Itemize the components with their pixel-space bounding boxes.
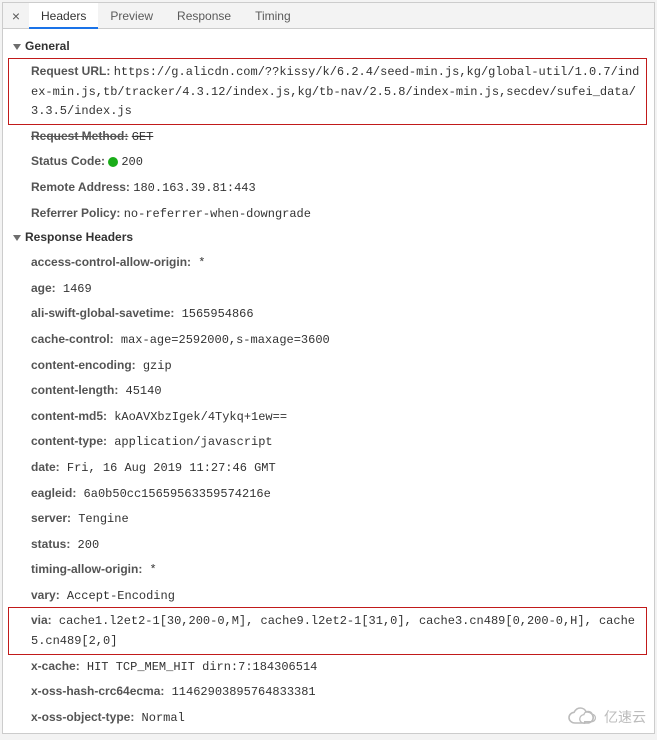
header-row: x-oss-object-type: Normal (9, 705, 654, 731)
header-row: via: cache1.l2et2-1[30,200-0,M], cache9.… (9, 608, 646, 653)
referrer-policy-value: no-referrer-when-downgrade (124, 207, 311, 221)
request-url-value: https://g.alicdn.com/??kissy/k/6.2.4/see… (31, 65, 639, 118)
header-row: x-oss-request-id: 5D569332B2B5F3888E9AF3… (9, 730, 654, 733)
header-row: cache-control: max-age=2592000,s-maxage=… (9, 327, 654, 353)
header-row: content-md5: kAoAVXbzIgek/4Tykq+1ew== (9, 404, 654, 430)
header-label: vary: (31, 588, 60, 602)
request-method-label: Request Method: (31, 129, 128, 143)
header-label: content-encoding: (31, 358, 136, 372)
remote-address-row: Remote Address: 180.163.39.81:443 (9, 175, 654, 201)
header-label: content-length: (31, 383, 118, 397)
request-url-row: Request URL: https://g.alicdn.com/??kiss… (9, 59, 646, 124)
header-value: 1469 (56, 282, 92, 296)
header-label: date: (31, 460, 60, 474)
header-value: cache1.l2et2-1[30,200-0,M], cache9.l2et2… (31, 614, 635, 648)
header-row: content-type: application/javascript (9, 429, 654, 455)
chevron-down-icon (13, 235, 21, 241)
header-value: 200 (70, 538, 99, 552)
header-label: x-oss-hash-crc64ecma: (31, 684, 164, 698)
header-row: x-oss-hash-crc64ecma: 114629038957648333… (9, 679, 654, 705)
request-url-label: Request URL: (31, 64, 110, 78)
header-row: timing-allow-origin: * (9, 557, 654, 583)
header-label: cache-control: (31, 332, 114, 346)
tab-headers[interactable]: Headers (29, 3, 98, 29)
header-value: gzip (136, 359, 172, 373)
content-scroll[interactable]: General Request URL: https://g.alicdn.co… (3, 29, 654, 733)
header-row: status: 200 (9, 532, 654, 558)
header-label: timing-allow-origin: (31, 562, 142, 576)
close-icon[interactable]: × (3, 8, 29, 24)
header-value: Accept-Encoding (60, 589, 175, 603)
header-row: ali-swift-global-savetime: 1565954866 (9, 301, 654, 327)
header-row: vary: Accept-Encoding (9, 583, 654, 609)
header-value: 11462903895764833381 (164, 685, 315, 699)
request-method-value: GET (132, 130, 154, 144)
header-label: eagleid: (31, 486, 76, 500)
header-value: Fri, 16 Aug 2019 11:27:46 GMT (60, 461, 276, 475)
status-dot-icon (108, 157, 118, 167)
header-row: content-length: 45140 (9, 378, 654, 404)
header-value: kAoAVXbzIgek/4Tykq+1ew== (107, 410, 287, 424)
header-label: server: (31, 511, 71, 525)
header-value: 1565954866 (174, 307, 253, 321)
tab-response[interactable]: Response (165, 3, 243, 29)
header-label: x-cache: (31, 659, 80, 673)
referrer-policy-label: Referrer Policy: (31, 206, 120, 220)
header-value: HIT TCP_MEM_HIT dirn:7:184306514 (80, 660, 318, 674)
remote-address-value: 180.163.39.81:443 (133, 181, 255, 195)
request-method-row: Request Method: GET (9, 124, 654, 150)
header-value: Normal (134, 711, 184, 725)
section-response-headers-toggle[interactable]: Response Headers (9, 226, 654, 250)
referrer-policy-row: Referrer Policy: no-referrer-when-downgr… (9, 201, 654, 227)
status-code-label: Status Code: (31, 154, 105, 168)
header-label: content-type: (31, 434, 107, 448)
header-label: age: (31, 281, 56, 295)
section-response-headers-title: Response Headers (25, 230, 133, 244)
header-label: x-oss-object-type: (31, 710, 134, 724)
remote-address-label: Remote Address: (31, 180, 130, 194)
section-general-toggle[interactable]: General (9, 35, 654, 59)
header-row: x-cache: HIT TCP_MEM_HIT dirn:7:18430651… (9, 654, 654, 680)
header-label: status: (31, 537, 70, 551)
header-value: 6a0b50cc15659563359574216e (76, 487, 270, 501)
chevron-down-icon (13, 44, 21, 50)
status-code-value: 200 (121, 155, 143, 169)
tab-preview[interactable]: Preview (98, 3, 165, 29)
header-value: * (142, 563, 156, 577)
header-row: date: Fri, 16 Aug 2019 11:27:46 GMT (9, 455, 654, 481)
section-general-title: General (25, 39, 70, 53)
header-value: * (191, 256, 205, 270)
header-label: access-control-allow-origin: (31, 255, 191, 269)
header-value: max-age=2592000,s-maxage=3600 (114, 333, 330, 347)
response-headers-list: access-control-allow-origin: *age: 1469a… (9, 250, 654, 733)
header-label: content-md5: (31, 409, 107, 423)
header-row: access-control-allow-origin: * (9, 250, 654, 276)
header-row: server: Tengine (9, 506, 654, 532)
header-label: ali-swift-global-savetime: (31, 306, 174, 320)
header-row: content-encoding: gzip (9, 353, 654, 379)
header-value: 45140 (118, 384, 161, 398)
header-value: Tengine (71, 512, 129, 526)
header-label: via: (31, 613, 52, 627)
tab-timing[interactable]: Timing (243, 3, 303, 29)
headers-panel: × Headers Preview Response Timing Genera… (2, 2, 655, 734)
status-code-row: Status Code: 200 (9, 149, 654, 175)
header-row: age: 1469 (9, 276, 654, 302)
tabbar: × Headers Preview Response Timing (3, 3, 654, 29)
header-row: eagleid: 6a0b50cc15659563359574216e (9, 481, 654, 507)
header-value: application/javascript (107, 435, 273, 449)
